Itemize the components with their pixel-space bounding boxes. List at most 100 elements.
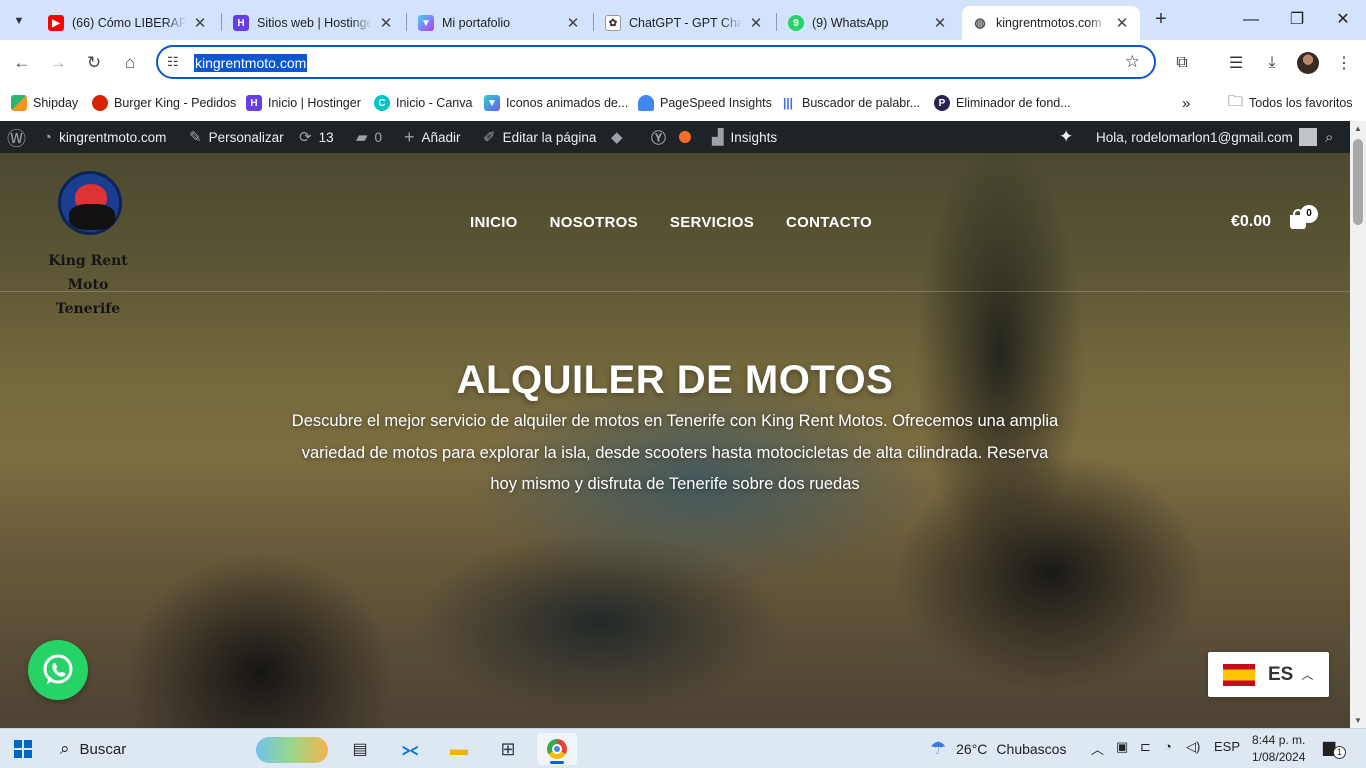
bookmark-pagespeed[interactable]: PageSpeed Insights <box>638 93 772 113</box>
wifi-icon[interactable]: ◔ <box>1164 739 1172 754</box>
nav-servicios[interactable]: SERVICIOS <box>670 214 754 231</box>
hero-description: Descubre el mejor servicio de alquiler d… <box>291 412 1059 493</box>
address-text[interactable]: kingrentmoto.com <box>194 54 308 72</box>
wordpress-logo-button[interactable]: Ⓦ <box>7 121 33 153</box>
site-logo[interactable]: King Rent Moto Tenerife <box>38 169 138 317</box>
nav-inicio[interactable]: INICIO <box>470 214 518 231</box>
bookmark-hostinger[interactable]: H Inicio | Hostinger <box>246 93 361 113</box>
bookmark-canva[interactable]: C Inicio - Canva <box>374 93 472 113</box>
bookmark-burger-king[interactable]: Burger King - Pedidos <box>92 93 236 113</box>
bookmark-label: Todos los favoritos <box>1249 96 1353 110</box>
tab-title: (66) Cómo LIBERAR M <box>72 16 186 30</box>
close-window-button[interactable]: ✕ <box>1320 4 1366 36</box>
whatsapp-chat-button[interactable] <box>28 640 88 700</box>
yoast-seo-button[interactable]: Ⓨ <box>651 121 692 153</box>
globe-icon: ◍ <box>974 15 986 30</box>
volume-icon[interactable]: ◁) <box>1186 739 1200 755</box>
profile-avatar[interactable] <box>1297 52 1319 74</box>
scroll-up-icon[interactable]: ▲ <box>1350 124 1366 133</box>
scrollbar-thumb[interactable] <box>1353 139 1363 225</box>
weather-widget[interactable]: ☂ 26°C Chubascos <box>930 738 1066 759</box>
cart-total[interactable]: €0.00 <box>1231 213 1271 231</box>
keyboard-language[interactable]: ESP <box>1214 739 1240 754</box>
comments-count: 0 <box>374 129 383 145</box>
close-icon[interactable]: ✕ <box>565 14 581 32</box>
brush-icon: ✎ <box>189 129 202 146</box>
bookmark-iconos[interactable]: ▼ Iconos animados de... <box>484 93 628 113</box>
add-new-link[interactable]: + Añadir <box>404 121 461 153</box>
admin-search-button[interactable]: ⌕ <box>1325 121 1340 153</box>
language-selector[interactable]: ES ︿ <box>1208 652 1329 697</box>
windows-start-button[interactable] <box>14 740 32 758</box>
tab-kingrentmotos[interactable]: ◍ kingrentmotos.com - ✕ <box>962 6 1140 40</box>
task-view-button[interactable]: ▤ <box>340 733 380 765</box>
ai-assistant-button[interactable]: ✦ <box>1059 121 1080 153</box>
tab-hostinger[interactable]: H Sitios web | Hostinger ✕ <box>223 6 404 40</box>
reload-button[interactable]: ↻ <box>81 50 107 76</box>
tab-youtube[interactable]: ▶ (66) Cómo LIBERAR M ✕ <box>38 6 218 40</box>
vite-icon: ▼ <box>484 95 500 111</box>
nav-nosotros[interactable]: NOSOTROS <box>550 214 638 231</box>
comment-icon: ▰ <box>356 129 368 146</box>
extensions-button[interactable]: ⧉ <box>1169 50 1195 76</box>
updates-link[interactable]: ⟳ 13 <box>299 121 334 153</box>
close-icon[interactable]: ✕ <box>192 14 208 32</box>
page-scrollbar[interactable]: ▲ ▼ <box>1350 121 1366 728</box>
system-clock[interactable]: 8:44 p. m. 1/08/2024 <box>1252 732 1305 766</box>
bookmark-eliminador[interactable]: P Eliminador de fond... <box>934 93 1071 113</box>
tab-whatsapp[interactable]: 9 (9) WhatsApp ✕ <box>778 6 958 40</box>
scooter-logo-icon <box>58 171 122 235</box>
close-icon[interactable]: ✕ <box>748 14 764 32</box>
insights-link[interactable]: ▟ Insights <box>712 121 777 153</box>
media-controls-button[interactable]: ☰ <box>1223 50 1249 76</box>
customize-link[interactable]: ✎ Personalizar <box>189 121 284 153</box>
address-bar[interactable]: ☷ kingrentmoto.com ☆ <box>156 45 1156 79</box>
meet-now-icon[interactable]: ▣ <box>1116 739 1128 755</box>
edit-page-label: Editar la página <box>502 129 597 145</box>
chatgpt-icon: ✿ <box>605 15 621 31</box>
chevron-up-icon[interactable]: ︿ <box>1091 739 1104 758</box>
network-icon[interactable]: ⊏ <box>1140 739 1151 755</box>
new-tab-button[interactable]: + <box>1150 8 1172 32</box>
bookmark-buscador[interactable]: ||| Buscador de palabr... <box>780 93 920 113</box>
bar-chart-icon: ▟ <box>712 129 724 146</box>
customize-label: Personalizar <box>208 129 284 145</box>
forward-button[interactable]: → <box>45 50 71 76</box>
file-explorer-app[interactable]: ▬ <box>439 733 479 765</box>
nav-contacto[interactable]: CONTACTO <box>786 214 872 231</box>
comments-link[interactable]: ▰ 0 <box>356 121 382 153</box>
my-account-link[interactable]: Hola, rodelomarlon1@gmail.com <box>1096 121 1317 153</box>
scroll-down-icon[interactable]: ▼ <box>1350 716 1366 725</box>
vscode-app[interactable]: ⪥ <box>390 733 430 765</box>
temperature: 26°C <box>956 740 988 757</box>
bookmark-shipday[interactable]: Shipday <box>11 93 78 113</box>
tab-chatgpt[interactable]: ✿ ChatGPT - GPT Chat G ✕ <box>595 6 774 40</box>
home-button[interactable]: ⌂ <box>117 50 143 76</box>
restore-button[interactable]: ❐ <box>1274 4 1320 36</box>
tab-portfolio[interactable]: ▼ Mi portafolio ✕ <box>408 6 591 40</box>
browser-tab-strip: ▼ ▶ (66) Cómo LIBERAR M ✕ H Sitios web |… <box>0 0 1366 40</box>
back-button[interactable]: ← <box>9 50 35 76</box>
tab-separator <box>406 13 407 31</box>
close-icon[interactable]: ✕ <box>378 14 394 32</box>
minimize-button[interactable]: — <box>1228 4 1274 36</box>
xbox-game-bar-app[interactable]: ⊞ <box>488 733 528 765</box>
taskbar-search[interactable]: ⌕ Buscar <box>50 733 330 765</box>
divi-builder-button[interactable]: ◆ <box>611 121 630 153</box>
bookmark-star-icon[interactable]: ☆ <box>1125 52 1140 72</box>
site-settings-icon[interactable]: ☷ <box>167 54 179 70</box>
all-bookmarks-folder[interactable]: 🗀 Todos los favoritos <box>1228 93 1353 113</box>
tab-search-button[interactable]: ▼ <box>6 8 32 34</box>
edit-page-link[interactable]: ✐ Editar la página <box>483 121 596 153</box>
downloads-button[interactable]: ⤓ <box>1259 50 1285 76</box>
browser-menu-button[interactable]: ⋮ <box>1331 50 1357 76</box>
close-icon[interactable]: ✕ <box>1114 14 1130 32</box>
close-icon[interactable]: ✕ <box>932 14 948 32</box>
notifications-button[interactable]: ▆ 1 <box>1323 737 1346 759</box>
yoast-icon: Ⓨ <box>651 129 667 147</box>
chrome-app[interactable] <box>537 733 577 765</box>
bookmark-label: Iconos animados de... <box>506 96 629 110</box>
bookmarks-overflow-button[interactable]: » <box>1182 93 1190 113</box>
rain-cloud-icon: ☂ <box>930 738 947 758</box>
admin-site-link[interactable]: ◔ kingrentmoto.com <box>43 121 166 153</box>
